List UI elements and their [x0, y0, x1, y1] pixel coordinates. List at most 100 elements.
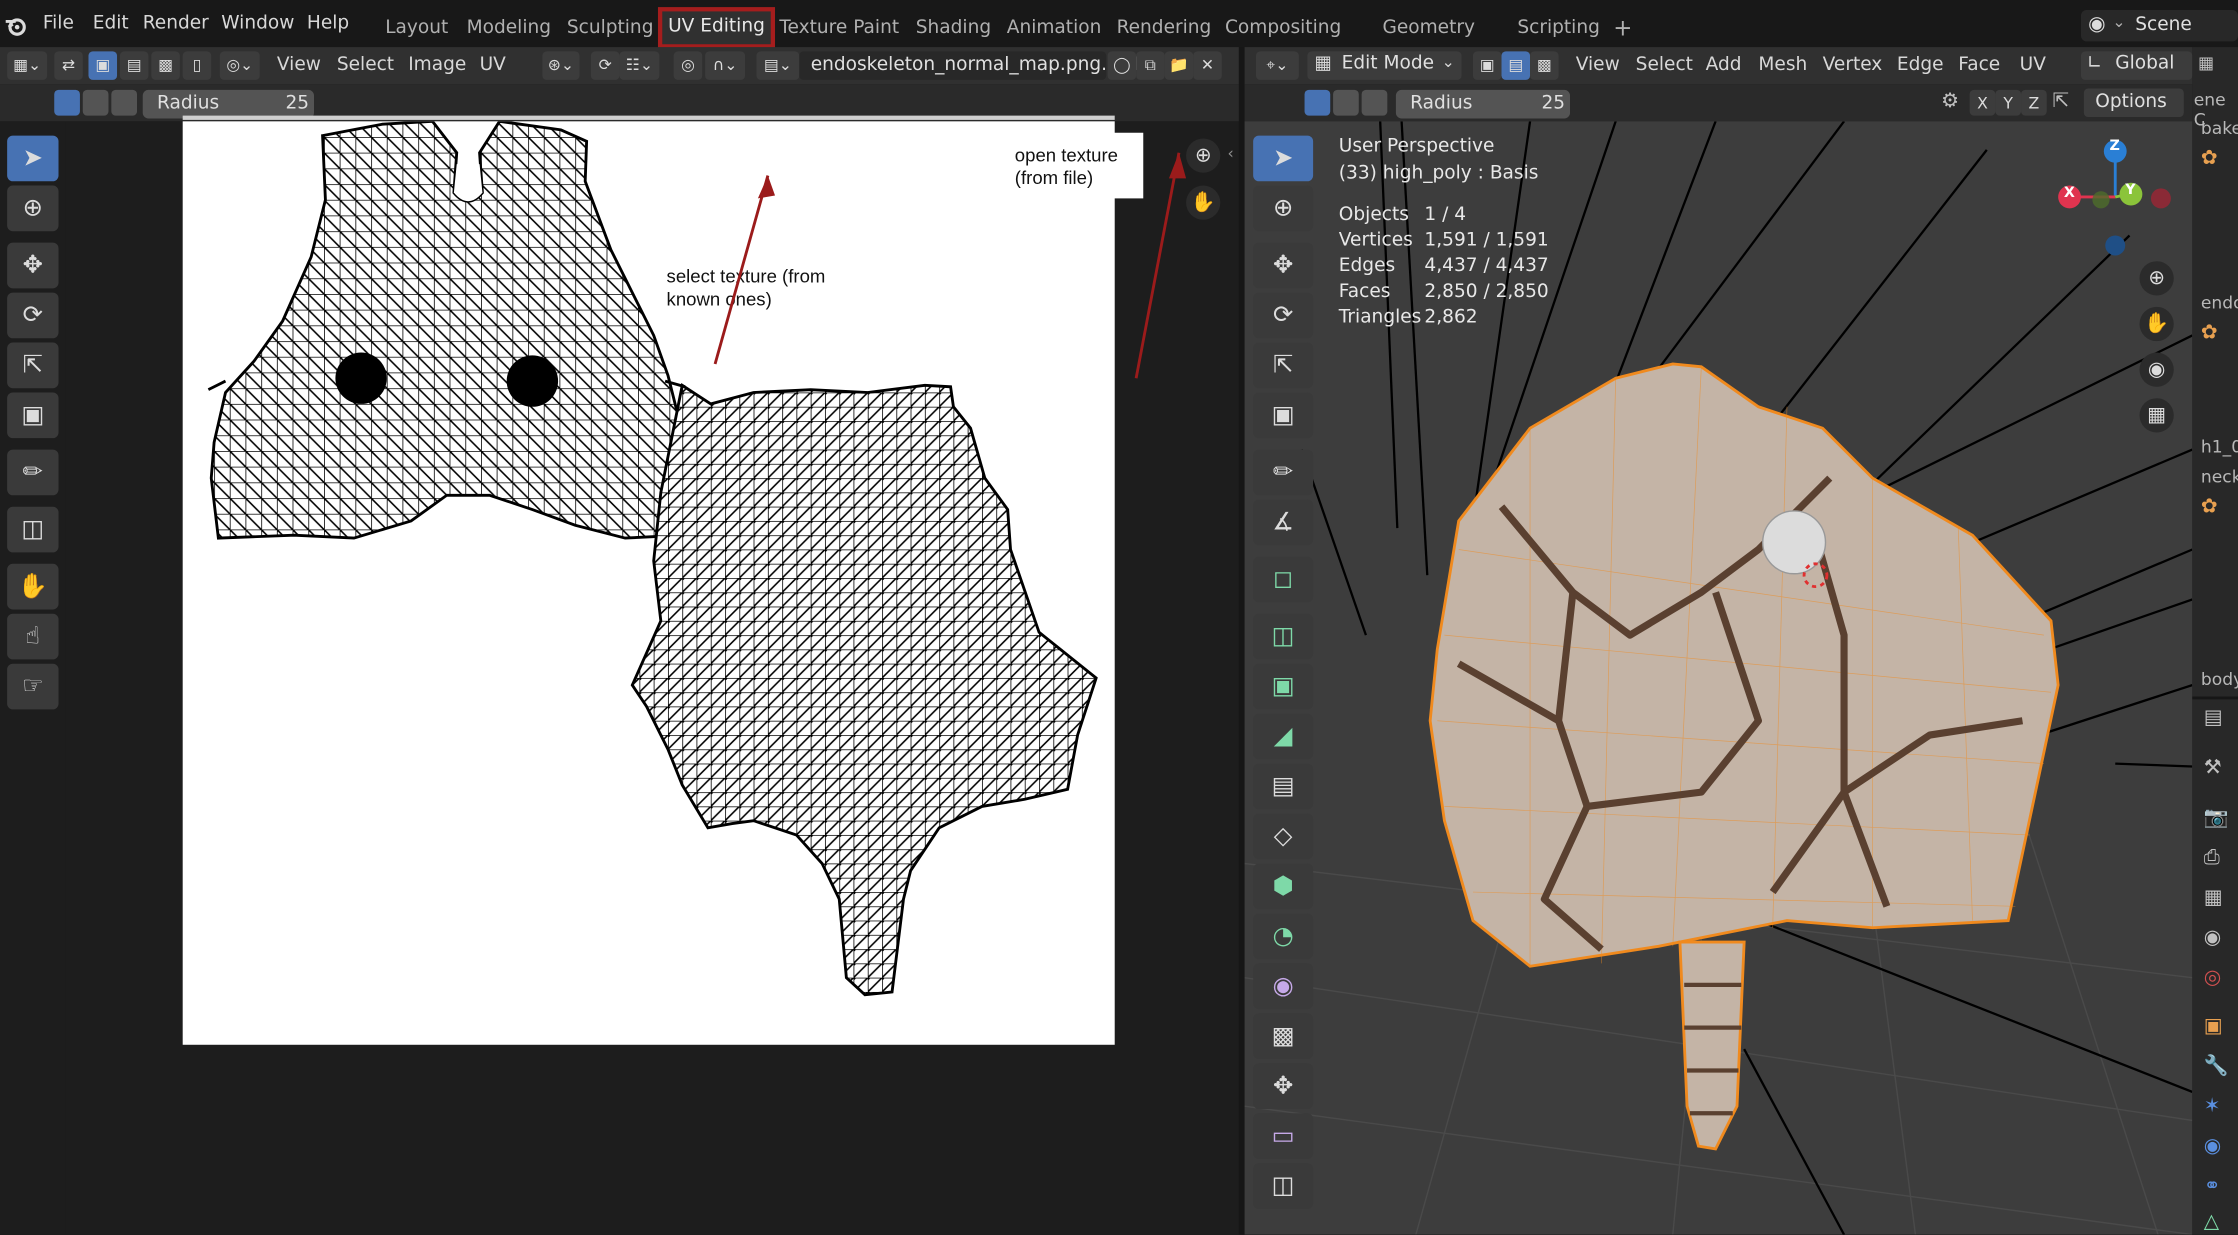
menu-edit[interactable]: Edit: [93, 9, 129, 40]
vp-menu-face[interactable]: Face: [1958, 51, 2000, 80]
tab-texture-paint[interactable]: Texture Paint: [779, 9, 899, 49]
new-image-icon[interactable]: ⧉: [1136, 51, 1165, 80]
outliner-row-body[interactable]: body: [2201, 669, 2238, 689]
tab-compositing[interactable]: Compositing: [1225, 9, 1342, 49]
edge-mode-icon[interactable]: ▤: [1501, 51, 1531, 80]
snap-icon[interactable]: ⟳: [590, 51, 620, 80]
menu-render[interactable]: Render: [143, 9, 209, 40]
output-properties-icon[interactable]: ⎙: [2204, 846, 2220, 869]
tab-animation[interactable]: Animation: [1006, 9, 1102, 49]
grab-tool-icon[interactable]: ✋: [7, 563, 59, 610]
world-properties-icon[interactable]: ◎: [2204, 966, 2221, 989]
vp-menu-select[interactable]: Select: [1636, 51, 1693, 80]
vp-move-tool-icon[interactable]: ✥: [1253, 242, 1314, 289]
measure-tool-icon[interactable]: ∡: [1253, 499, 1314, 546]
bevel-tool-icon[interactable]: ◢: [1253, 713, 1314, 760]
vp-scale-tool-icon[interactable]: ⇱: [1253, 342, 1314, 389]
face-select-icon[interactable]: ▩: [151, 51, 180, 80]
viewport-editor-type-icon[interactable]: ⌖⌄: [1256, 51, 1299, 80]
tab-scripting[interactable]: Scripting: [1516, 9, 1602, 49]
extrude-tool-icon[interactable]: ◫: [1253, 613, 1314, 660]
transform-orientation[interactable]: ∟ Global: [2080, 51, 2193, 80]
vp-menu-edge[interactable]: Edge: [1897, 51, 1944, 80]
armature-icon[interactable]: ✿: [2201, 147, 2218, 170]
knife-tool-icon[interactable]: ◇: [1253, 813, 1314, 860]
transform-tool-icon[interactable]: ▣: [7, 392, 59, 439]
menu-file[interactable]: File: [43, 9, 74, 40]
add-cube-tool-icon[interactable]: ◻: [1253, 556, 1314, 603]
armature-icon-2[interactable]: ✿: [2201, 321, 2218, 344]
pinch-tool-icon[interactable]: ☞: [7, 663, 59, 710]
pivot-point-icon[interactable]: ⊛⌄: [542, 51, 580, 80]
editor-type-icon[interactable]: ▦⌄: [7, 51, 48, 80]
tab-rendering[interactable]: Rendering: [1116, 9, 1212, 49]
outliner-row-endo[interactable]: endo: [2201, 293, 2238, 313]
vp-menu-mesh[interactable]: Mesh: [1758, 51, 1807, 80]
tab-layout[interactable]: Layout: [380, 9, 454, 49]
scene-selector[interactable]: ◉ ⌄ Scene: [2080, 9, 2238, 42]
tab-shading[interactable]: Shading: [911, 9, 997, 49]
mirror-x-toggle[interactable]: X: [1969, 89, 1996, 116]
vp-select-new-icon[interactable]: [1304, 89, 1331, 116]
menu-help[interactable]: Help: [307, 9, 349, 40]
render-properties-icon[interactable]: 📷: [2204, 806, 2229, 829]
add-workspace-button[interactable]: +: [1609, 9, 1638, 49]
vp-zoom-icon[interactable]: ⊕: [2139, 261, 2174, 296]
properties-editor-icon[interactable]: ▤: [2204, 707, 2223, 730]
image-name-field[interactable]: endoskeleton_normal_map.png.001: [799, 51, 1142, 80]
tab-geometry-nodes[interactable]: Geometry Nodes: [1353, 9, 1504, 78]
unlink-image-icon[interactable]: ✕: [1193, 51, 1222, 80]
sync-selection-icon[interactable]: ⇄: [54, 51, 83, 80]
auto-merge-icon[interactable]: ⇱: [2052, 90, 2069, 113]
vertex-mode-icon[interactable]: ▣: [1472, 51, 1502, 80]
tab-sculpting[interactable]: Sculpting: [565, 9, 655, 49]
uv-menu-uv[interactable]: UV: [480, 51, 506, 80]
shrink-fatten-tool-icon[interactable]: ✥: [1253, 1063, 1314, 1110]
particles-properties-icon[interactable]: ✶: [2204, 1095, 2221, 1118]
fake-user-icon[interactable]: ◯: [1107, 51, 1137, 80]
uv-menu-select[interactable]: Select: [337, 51, 394, 80]
island-select-icon[interactable]: ▯: [182, 51, 212, 80]
physics-properties-icon[interactable]: ◉: [2204, 1135, 2221, 1158]
vp-menu-view[interactable]: View: [1576, 51, 1620, 80]
open-image-folder-icon[interactable]: 📁: [1164, 51, 1194, 80]
relax-tool-icon[interactable]: ☝: [7, 613, 59, 660]
3d-viewport[interactable]: User Perspective (33) high_poly : Basis …: [1244, 121, 2193, 1235]
outliner-editor-icon[interactable]: ▦: [2198, 53, 2214, 73]
vp-select-extend-icon[interactable]: [1333, 89, 1359, 116]
vp-pan-hand-icon[interactable]: ✋: [2139, 306, 2174, 342]
mode-selector[interactable]: ▦ Edit Mode ⌄: [1307, 51, 1462, 80]
vp-annotate-tool-icon[interactable]: ✏: [1253, 449, 1314, 496]
modifier-properties-icon[interactable]: 🔧: [2204, 1055, 2229, 1078]
browse-image-icon[interactable]: ▤⌄: [756, 51, 800, 80]
shear-tool-icon[interactable]: ▭: [1253, 1113, 1314, 1159]
sticky-selection-icon[interactable]: ◎⌄: [219, 51, 260, 80]
falloff-icon[interactable]: ∩⌄: [705, 51, 746, 80]
tool-properties-icon[interactable]: ⚒: [2204, 756, 2222, 779]
armature-icon-3[interactable]: ✿: [2201, 495, 2218, 518]
smooth-tool-icon[interactable]: ◉: [1253, 963, 1314, 1010]
constraints-properties-icon[interactable]: ⚭: [2204, 1175, 2221, 1198]
rip-tool-icon[interactable]: ◫: [7, 506, 59, 553]
outliner-row-neck[interactable]: neck: [2201, 467, 2238, 487]
tab-modeling[interactable]: Modeling: [464, 9, 554, 49]
vp-radius-field[interactable]: Radius 25: [1395, 89, 1571, 119]
orthographic-toggle-icon[interactable]: ▦: [2139, 398, 2174, 433]
uv-canvas[interactable]: select texture (from known ones) open te…: [65, 115, 1239, 1235]
uv-menu-image[interactable]: Image: [408, 51, 466, 80]
proportional-editing-icon[interactable]: ◎: [673, 51, 703, 80]
mirror-y-toggle[interactable]: Y: [1995, 89, 2022, 116]
options-dropdown[interactable]: Options: [2083, 88, 2184, 118]
move-tool-icon[interactable]: ✥: [7, 242, 59, 289]
tab-uv-editing[interactable]: UV Editing: [657, 7, 776, 49]
camera-view-icon[interactable]: ◉: [2139, 352, 2174, 387]
uv-menu-view[interactable]: View: [277, 51, 321, 80]
cursor-tool-icon[interactable]: ⊕: [7, 185, 59, 232]
pan-hand-icon[interactable]: ✋: [1186, 185, 1221, 220]
inset-tool-icon[interactable]: ▣: [1253, 663, 1314, 710]
poly-build-tool-icon[interactable]: ⬢: [1253, 863, 1314, 910]
vp-select-tool-icon[interactable]: ➤: [1253, 135, 1314, 182]
scale-tool-icon[interactable]: ⇱: [7, 342, 59, 389]
face-mode-icon[interactable]: ▩: [1530, 51, 1559, 80]
snap-target-icon[interactable]: ☷⌄: [619, 51, 660, 80]
